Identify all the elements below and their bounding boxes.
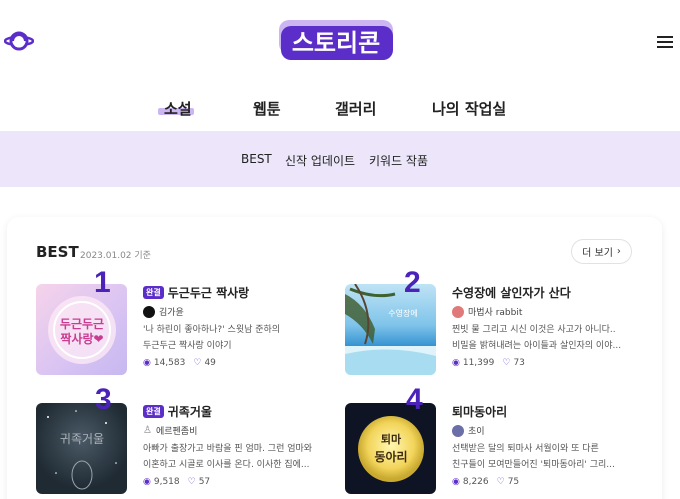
author-name: 에르펜좀비 [155, 427, 198, 437]
logo-text: 스토리콘 [292, 29, 380, 57]
header: 스토리콘 [0, 0, 680, 85]
likes-count: 75 [507, 477, 520, 487]
item-title[interactable]: 귀족거울 [168, 403, 212, 420]
rank-number: 1 [94, 266, 111, 299]
avatar [452, 424, 464, 437]
item-description: 아빠가 출장가고 바람을 핀 엄마. 그런 엄마와 이혼하고 시골로 이사를 온… [143, 444, 313, 470]
item-stats: ◉ 9,518 ♡ 57 [143, 477, 210, 487]
item-title-row: 완결 두근두근 짝사랑 [143, 284, 249, 301]
best-section: BEST 2023.01.02 기준 더 보기 › 두근두근 짝사랑❤ 1 완결… [7, 217, 662, 499]
cover-text: 퇴마 [381, 432, 402, 446]
subnav-keyword-works[interactable]: 키워드 작품 [369, 152, 428, 169]
likes-count: 57 [198, 477, 211, 487]
list-item[interactable]: 수영장에 2 수영장에 살인자가 산다 마법사 rabbit 찐빗 물 그리고 … [345, 268, 645, 384]
likes-count: 49 [204, 358, 216, 368]
author: 마법사 rabbit [452, 305, 522, 318]
svg-text:짝사랑❤: 짝사랑❤ [60, 331, 103, 346]
author-name: 초이 [468, 427, 485, 437]
cover-text: 동아리 [374, 449, 407, 464]
author: 초이 [452, 424, 485, 437]
heart-icon: ♡ [187, 477, 196, 487]
complete-badge: 완결 [143, 405, 164, 418]
views-count: 11,399 [462, 358, 495, 368]
list-item[interactable]: 귀족거울 3 완결 귀족거울 ♙ 에르펜좀비 아빠가 출장가고 바람을 핀 엄마… [36, 385, 336, 499]
eye-icon: ◉ [143, 477, 151, 487]
avatar [143, 305, 155, 318]
cover-image: 수영장에 [345, 284, 436, 375]
nav-my-studio[interactable]: 나의 작업실 [432, 98, 506, 119]
eye-icon: ◉ [143, 358, 151, 368]
list-item[interactable]: 두근두근 짝사랑❤ 1 완결 두근두근 짝사랑 김가윤 '나 하린이 좋아하나?… [36, 268, 336, 384]
likes-count: 73 [513, 358, 525, 368]
main-nav: 소설 웹툰 갤러리 나의 작업실 [0, 94, 680, 126]
views-count: 8,226 [462, 477, 489, 487]
avatar [452, 305, 464, 318]
nav-novel[interactable]: 소설 [158, 98, 194, 119]
subnav-new-updates[interactable]: 신작 업데이트 [285, 152, 355, 169]
author: ♙ 에르펜좀비 [143, 424, 197, 437]
author: 김가윤 [143, 305, 184, 318]
svg-text:두근두근: 두근두근 [60, 317, 104, 331]
item-title[interactable]: 퇴마동아리 [452, 403, 507, 420]
item-title-row: 퇴마동아리 [452, 403, 507, 420]
author-name: 김가윤 [159, 308, 184, 318]
heart-icon: ♡ [496, 477, 505, 487]
item-description: '나 하린이 좋아하나?' 스윗남 준하의 두근두근 짝사랑 이야기 [143, 325, 281, 351]
rank-number: 3 [95, 383, 112, 416]
planet-icon[interactable] [4, 29, 34, 53]
heart-icon: ♡ [193, 358, 202, 368]
cover-image: 두근두근 짝사랑❤ [36, 284, 127, 375]
eye-icon: ◉ [452, 358, 460, 368]
subnav-best[interactable]: BEST [241, 152, 272, 166]
user-icon: ♙ [143, 425, 152, 436]
rank-number: 4 [406, 383, 423, 416]
chevron-right-icon: › [616, 246, 621, 257]
views-count: 14,583 [153, 358, 186, 368]
rank-number: 2 [404, 266, 421, 299]
item-title[interactable]: 수영장에 살인자가 산다 [452, 284, 571, 301]
list-item[interactable]: 퇴마 동아리 4 퇴마동아리 초이 선택받은 달의 퇴마사 서월이와 또 다른 … [345, 385, 645, 499]
item-description: 찐빗 물 그리고 시신 이것은 사고가 아니다.. 비밀을 밝혀내려는 아이들과… [452, 325, 622, 351]
heart-icon: ♡ [502, 358, 511, 368]
item-stats: ◉ 11,399 ♡ 73 [452, 358, 525, 368]
item-description: 선택받은 달의 퇴마사 서월이와 또 다른 친구들이 모여만들어진 '퇴마동아리… [452, 444, 615, 470]
item-title[interactable]: 두근두근 짝사랑 [168, 284, 249, 301]
logo[interactable]: 스토리콘 [277, 14, 395, 64]
item-stats: ◉ 8,226 ♡ 75 [452, 477, 519, 487]
complete-badge: 완결 [143, 286, 164, 299]
section-date: 2023.01.02 기준 [80, 251, 151, 261]
svg-text:수영장에: 수영장에 [388, 308, 417, 318]
section-title: BEST [36, 243, 79, 261]
hamburger-icon[interactable] [655, 35, 675, 49]
cover-image: 퇴마 동아리 [345, 403, 436, 494]
more-button[interactable]: 더 보기 › [571, 239, 632, 264]
item-stats: ◉ 14,583 ♡ 49 [143, 358, 216, 368]
author-name: 마법사 rabbit [468, 308, 523, 318]
nav-webtoon[interactable]: 웹툰 [253, 98, 281, 119]
svg-text:귀족거울: 귀족거울 [60, 432, 104, 446]
sub-nav: BEST 신작 업데이트 키워드 작품 [0, 131, 680, 187]
cover-image: 귀족거울 [36, 403, 127, 494]
item-title-row: 완결 귀족거울 [143, 403, 212, 420]
nav-gallery[interactable]: 갤러리 [335, 98, 376, 119]
item-title-row: 수영장에 살인자가 산다 [452, 284, 571, 301]
views-count: 9,518 [153, 477, 180, 487]
more-label: 더 보기 [582, 248, 613, 259]
eye-icon: ◉ [452, 477, 460, 487]
